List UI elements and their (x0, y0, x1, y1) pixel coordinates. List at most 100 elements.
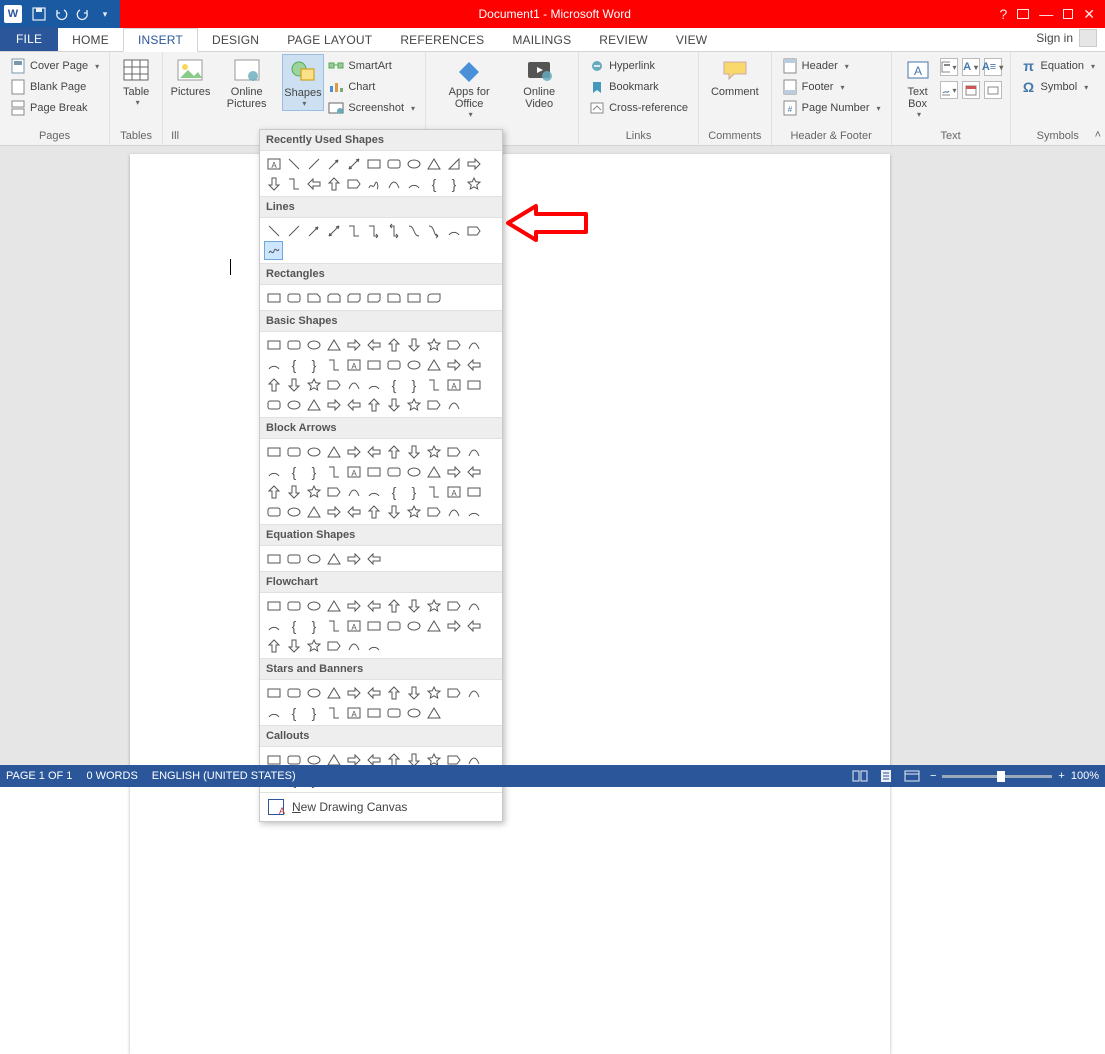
minimize-icon[interactable]: — (1039, 6, 1053, 22)
shape-conn-curved[interactable] (404, 221, 423, 240)
shape-rect[interactable] (364, 462, 383, 481)
shape-oval[interactable] (404, 355, 423, 374)
shape-tri-rt[interactable] (444, 154, 463, 173)
shape-brace-l[interactable]: { (384, 375, 403, 394)
shape-arrow-dn[interactable] (284, 375, 303, 394)
textbox-button[interactable]: AText Box (898, 54, 938, 121)
footer-button[interactable]: Footer (778, 77, 885, 97)
shape-arc[interactable] (464, 502, 483, 521)
shape-arrow-dn[interactable] (384, 395, 403, 414)
shape-arrow-dn[interactable] (264, 174, 283, 193)
tab-home[interactable]: HOME (58, 29, 123, 51)
shape-curve[interactable] (444, 502, 463, 521)
shape-star5[interactable] (404, 395, 423, 414)
pictures-button[interactable]: Pictures (169, 54, 212, 100)
shape-curve[interactable] (464, 596, 483, 615)
shape-textbox[interactable]: A (344, 703, 363, 722)
cover-page-button[interactable]: Cover Page (6, 56, 103, 76)
shape-arc[interactable] (264, 616, 283, 635)
shape-round1[interactable] (384, 288, 403, 307)
shape-arrow-r[interactable] (444, 355, 463, 374)
shape-rect[interactable] (464, 482, 483, 501)
shape-arrow-r[interactable] (444, 462, 463, 481)
shape-rrect[interactable] (284, 335, 303, 354)
shape-conn-elbow[interactable] (324, 462, 343, 481)
shape-conn-elbow[interactable] (324, 703, 343, 722)
shape-brace-l[interactable]: { (384, 482, 403, 501)
shape-dblarrow[interactable] (324, 221, 343, 240)
shape-arrow-r[interactable] (344, 596, 363, 615)
shape-pentagon[interactable] (344, 174, 363, 193)
shape-triangle[interactable] (324, 549, 343, 568)
shape-curve[interactable] (444, 395, 463, 414)
status-page[interactable]: PAGE 1 OF 1 (6, 770, 72, 782)
crossref-button[interactable]: Cross-reference (585, 98, 692, 118)
shape-pentagon[interactable] (444, 596, 463, 615)
shape-arc[interactable] (444, 221, 463, 240)
shape-arrow-l[interactable] (344, 395, 363, 414)
shape-oval[interactable] (304, 596, 323, 615)
shape-textbox[interactable]: A (444, 482, 463, 501)
shape-triangle[interactable] (304, 502, 323, 521)
shapes-button[interactable]: Shapes (282, 54, 325, 111)
apps-button[interactable]: Apps for Office (432, 54, 506, 121)
tab-mailings[interactable]: MAILINGS (498, 29, 585, 51)
hyperlink-button[interactable]: Hyperlink (585, 56, 692, 76)
shape-textbox[interactable]: A (444, 375, 463, 394)
shape-snip2diag[interactable] (344, 288, 363, 307)
shape-rect[interactable] (264, 335, 283, 354)
shape-pentagon[interactable] (444, 442, 463, 461)
shape-rect[interactable] (364, 616, 383, 635)
shape-arrow-dn[interactable] (284, 482, 303, 501)
shape-brace-r[interactable]: } (404, 482, 423, 501)
shape-rect[interactable] (264, 549, 283, 568)
equation-button[interactable]: πEquation (1017, 56, 1099, 76)
status-lang[interactable]: ENGLISH (UNITED STATES) (152, 770, 296, 782)
shape-brace-r[interactable]: } (304, 616, 323, 635)
shape-triangle[interactable] (324, 442, 343, 461)
bookmark-button[interactable]: Bookmark (585, 77, 692, 97)
shape-curve[interactable] (464, 335, 483, 354)
ribbon-display-icon[interactable] (1017, 9, 1029, 19)
shape-brace-r[interactable]: } (444, 174, 463, 193)
shape-arrow-u[interactable] (264, 636, 283, 655)
shape-arrow-dr[interactable] (304, 221, 323, 240)
shape-rrect[interactable] (384, 703, 403, 722)
shape-arrow-u[interactable] (384, 683, 403, 702)
save-icon[interactable] (28, 3, 50, 25)
shape-rrect[interactable] (284, 442, 303, 461)
shape-arrow-dr[interactable] (324, 154, 343, 173)
shape-snip2same[interactable] (324, 288, 343, 307)
header-button[interactable]: Header (778, 56, 885, 76)
shape-pentagon[interactable] (324, 636, 343, 655)
shape-arrow-r[interactable] (344, 335, 363, 354)
shape-star5[interactable] (404, 502, 423, 521)
shape-textbox[interactable]: A (344, 616, 363, 635)
shape-rect[interactable] (364, 154, 383, 173)
chart-button[interactable]: Chart (324, 77, 419, 97)
shape-arc[interactable] (364, 482, 383, 501)
shape-triangle[interactable] (424, 462, 443, 481)
shape-arrow-dn[interactable] (384, 502, 403, 521)
shape-arrow-dn[interactable] (404, 683, 423, 702)
shape-arrow-u[interactable] (264, 375, 283, 394)
shape-curve[interactable] (344, 375, 363, 394)
shape-arc[interactable] (404, 174, 423, 193)
shape-line-dr[interactable] (304, 154, 323, 173)
shape-arrow-l[interactable] (344, 502, 363, 521)
customize-qat-icon[interactable]: ▾ (94, 3, 116, 25)
shape-arrow-u[interactable] (364, 502, 383, 521)
shape-rrect[interactable] (384, 154, 403, 173)
shape-triangle[interactable] (324, 596, 343, 615)
shape-round2diag[interactable] (424, 288, 443, 307)
shape-arc[interactable] (264, 462, 283, 481)
shape-arrow-u[interactable] (384, 335, 403, 354)
shape-star5[interactable] (304, 636, 323, 655)
shape-rrect[interactable] (284, 596, 303, 615)
signin[interactable]: Sign in (1028, 25, 1105, 51)
zoom-value[interactable]: 100% (1071, 770, 1099, 782)
shape-oval[interactable] (404, 462, 423, 481)
shape-conn-elbow[interactable] (424, 482, 443, 501)
shape-rect[interactable] (364, 355, 383, 374)
shape-arrow-r[interactable] (324, 502, 343, 521)
